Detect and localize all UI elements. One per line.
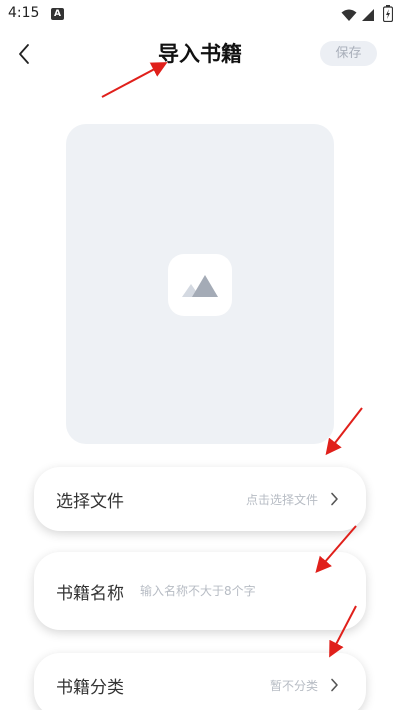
book-category-row[interactable]: 书籍分类 暂不分类 (34, 653, 366, 710)
signal-icon (361, 7, 375, 26)
select-file-label: 选择文件 (56, 491, 124, 512)
select-file-row[interactable]: 选择文件 点击选择文件 (34, 467, 366, 531)
a-icon: A (51, 8, 64, 20)
book-category-label: 书籍分类 (56, 677, 124, 698)
wifi-icon (341, 7, 357, 26)
book-name-input[interactable] (140, 584, 344, 598)
save-button[interactable]: 保存 (320, 41, 377, 66)
book-category-value: 暂不分类 (269, 678, 318, 693)
battery-icon (382, 5, 394, 26)
image-placeholder-icon (182, 275, 218, 297)
book-name-row: 书籍名称 (34, 552, 366, 630)
cover-icon-box (168, 254, 232, 316)
chevron-right-icon (330, 678, 344, 692)
cover-upload-area[interactable] (66, 124, 334, 444)
status-bar: 4:15 A (0, 0, 400, 28)
annotation-arrow (101, 62, 168, 98)
select-file-value: 点击选择文件 (245, 492, 318, 507)
book-name-label: 书籍名称 (56, 583, 124, 604)
chevron-right-icon (330, 492, 344, 506)
status-time: 4:15 (8, 5, 40, 21)
